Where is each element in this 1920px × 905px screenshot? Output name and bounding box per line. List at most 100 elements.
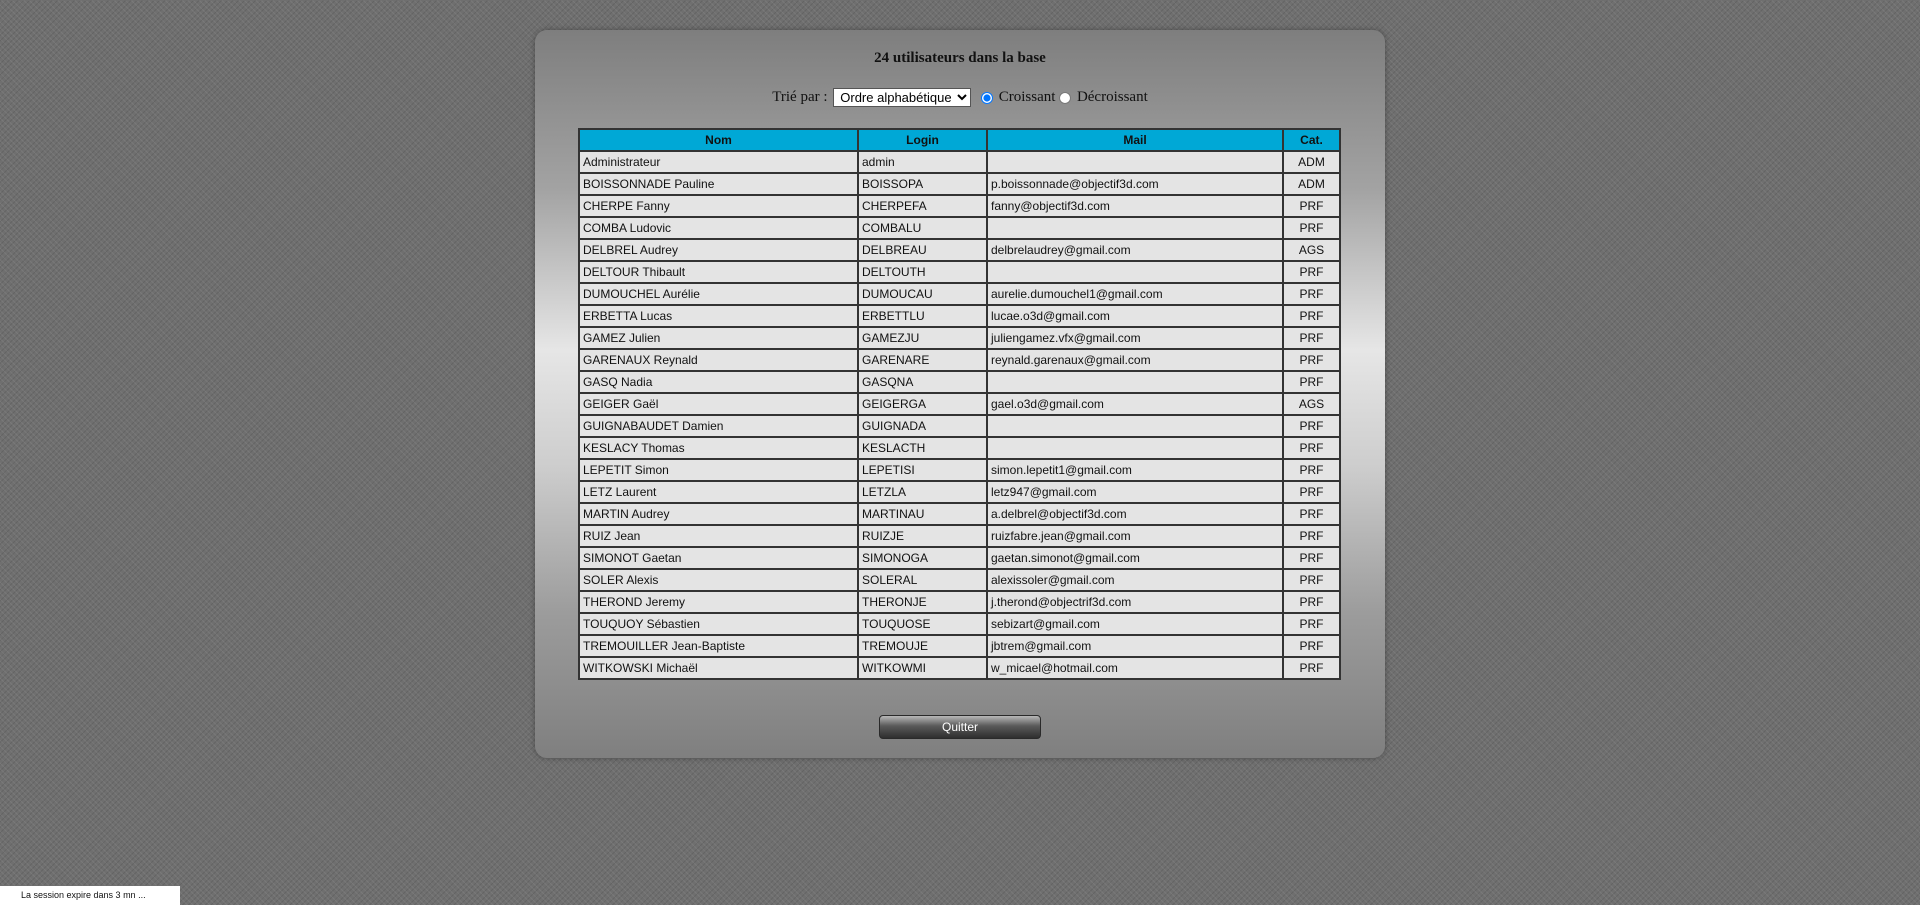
cell-cat: PRF bbox=[1283, 591, 1340, 613]
sort-desc-radio[interactable] bbox=[1059, 91, 1072, 104]
table-row[interactable]: GEIGER Gaël GEIGERGA gael.o3d@gmail.com AGS bbox=[579, 393, 1340, 415]
cell-login: GARENARE bbox=[858, 349, 987, 371]
cell-login: TREMOUJE bbox=[858, 635, 987, 657]
cell-mail: jbtrem@gmail.com bbox=[987, 635, 1283, 657]
cell-login: WITKOWMI bbox=[858, 657, 987, 679]
table-row[interactable]: BOISSONNADE Pauline BOISSOPA p.boissonnade… bbox=[579, 173, 1340, 195]
table-row[interactable]: GARENAUX Reynald GARENARE reynald.garenaux… bbox=[579, 349, 1340, 371]
table-row[interactable]: ERBETTA Lucas ERBETTLU lucae.o3d@gmail.com… bbox=[579, 305, 1340, 327]
cell-mail bbox=[987, 415, 1283, 437]
cell-mail: aurelie.dumouchel1@gmail.com bbox=[987, 283, 1283, 305]
table-row[interactable]: TREMOUILLER Jean-Baptiste TREMOUJE jbtrem@… bbox=[579, 635, 1340, 657]
column-header-nom[interactable]: Nom bbox=[579, 129, 858, 151]
table-row[interactable]: WITKOWSKI Michaël WITKOWMI w_micael@hotmai… bbox=[579, 657, 1340, 679]
cell-login: MARTINAU bbox=[858, 503, 987, 525]
cell-login: GAMEZJU bbox=[858, 327, 987, 349]
cell-cat: PRF bbox=[1283, 349, 1340, 371]
cell-login: THERONJE bbox=[858, 591, 987, 613]
sort-asc-label[interactable]: Croissant bbox=[999, 89, 1056, 105]
cell-login: DUMOUCAU bbox=[858, 283, 987, 305]
cell-login: DELTOUTH bbox=[858, 261, 987, 283]
cell-nom: SIMONOT Gaetan bbox=[579, 547, 858, 569]
sort-desc-label[interactable]: Décroissant bbox=[1077, 89, 1148, 105]
cell-login: DELBREAU bbox=[858, 239, 987, 261]
cell-login: RUIZJE bbox=[858, 525, 987, 547]
sort-label: Trié par : bbox=[772, 88, 828, 105]
cell-mail bbox=[987, 261, 1283, 283]
cell-nom: DELTOUR Thibault bbox=[579, 261, 858, 283]
table-row[interactable]: LETZ Laurent LETZLA letz947@gmail.com PRF bbox=[579, 481, 1340, 503]
cell-nom: MARTIN Audrey bbox=[579, 503, 858, 525]
cell-login: KESLACTH bbox=[858, 437, 987, 459]
cell-login: SIMONOGA bbox=[858, 547, 987, 569]
column-header-login[interactable]: Login bbox=[858, 129, 987, 151]
session-timer: La session expire dans 3 mn ... bbox=[0, 886, 180, 905]
cell-mail: letz947@gmail.com bbox=[987, 481, 1283, 503]
cell-cat: PRF bbox=[1283, 217, 1340, 239]
table-row[interactable]: DELTOUR Thibault DELTOUTH PRF bbox=[579, 261, 1340, 283]
cell-nom: DUMOUCHEL Aurélie bbox=[579, 283, 858, 305]
cell-mail: lucae.o3d@gmail.com bbox=[987, 305, 1283, 327]
table-row[interactable]: Administrateur admin ADM bbox=[579, 151, 1340, 173]
table-row[interactable]: KESLACY Thomas KESLACTH PRF bbox=[579, 437, 1340, 459]
cell-nom: ERBETTA Lucas bbox=[579, 305, 858, 327]
cell-mail: sebizart@gmail.com bbox=[987, 613, 1283, 635]
cell-cat: PRF bbox=[1283, 371, 1340, 393]
table-row[interactable]: GAMEZ Julien GAMEZJU juliengamez.vfx@gmail… bbox=[579, 327, 1340, 349]
table-row[interactable]: MARTIN Audrey MARTINAU a.delbrel@objectif3… bbox=[579, 503, 1340, 525]
cell-cat: ADM bbox=[1283, 173, 1340, 195]
sort-select[interactable]: Ordre alphabétique bbox=[833, 88, 972, 107]
table-header-row: Nom Login Mail Cat. bbox=[579, 129, 1340, 151]
cell-mail: delbrelaudrey@gmail.com bbox=[987, 239, 1283, 261]
cell-cat: PRF bbox=[1283, 613, 1340, 635]
column-header-mail[interactable]: Mail bbox=[987, 129, 1283, 151]
table-row[interactable]: SIMONOT Gaetan SIMONOGA gaetan.simonot@gma… bbox=[579, 547, 1340, 569]
quit-button[interactable]: Quitter bbox=[879, 715, 1041, 739]
cell-login: GASQNA bbox=[858, 371, 987, 393]
table-row[interactable]: SOLER Alexis SOLERAL alexissoler@gmail.com… bbox=[579, 569, 1340, 591]
table-row[interactable]: TOUQUOY Sébastien TOUQUOSE sebizart@gmail.… bbox=[579, 613, 1340, 635]
cell-mail: w_micael@hotmail.com bbox=[987, 657, 1283, 679]
table-row[interactable]: GUIGNABAUDET Damien GUIGNADA PRF bbox=[579, 415, 1340, 437]
cell-mail: fanny@objectif3d.com bbox=[987, 195, 1283, 217]
sort-asc-radio[interactable] bbox=[981, 91, 994, 104]
table-row[interactable]: COMBA Ludovic COMBALU PRF bbox=[579, 217, 1340, 239]
table-row[interactable]: DELBREL Audrey DELBREAU delbrelaudrey@gmai… bbox=[579, 239, 1340, 261]
cell-mail: gael.o3d@gmail.com bbox=[987, 393, 1283, 415]
cell-cat: PRF bbox=[1283, 327, 1340, 349]
column-header-cat[interactable]: Cat. bbox=[1283, 129, 1340, 151]
cell-nom: WITKOWSKI Michaël bbox=[579, 657, 858, 679]
cell-nom: LEPETIT Simon bbox=[579, 459, 858, 481]
cell-nom: CHERPE Fanny bbox=[579, 195, 858, 217]
cell-nom: RUIZ Jean bbox=[579, 525, 858, 547]
cell-nom: GEIGER Gaël bbox=[579, 393, 858, 415]
cell-cat: PRF bbox=[1283, 635, 1340, 657]
cell-login: GUIGNADA bbox=[858, 415, 987, 437]
table-row[interactable]: RUIZ Jean RUIZJE ruizfabre.jean@gmail.com P… bbox=[579, 525, 1340, 547]
users-table-body: Administrateur admin ADM BOISSONNADE Paulin… bbox=[579, 151, 1340, 679]
cell-mail: j.therond@objectrif3d.com bbox=[987, 591, 1283, 613]
cell-nom: SOLER Alexis bbox=[579, 569, 858, 591]
cell-cat: PRF bbox=[1283, 525, 1340, 547]
table-row[interactable]: CHERPE Fanny CHERPEFA fanny@objectif3d.com… bbox=[579, 195, 1340, 217]
cell-mail bbox=[987, 217, 1283, 239]
table-row[interactable]: DUMOUCHEL Aurélie DUMOUCAU aurelie.dumouch… bbox=[579, 283, 1340, 305]
table-row[interactable]: THEROND Jeremy THERONJE j.therond@objectri… bbox=[579, 591, 1340, 613]
page-title: 24 utilisateurs dans la base bbox=[874, 50, 1046, 66]
cell-nom: TREMOUILLER Jean-Baptiste bbox=[579, 635, 858, 657]
cell-cat: PRF bbox=[1283, 305, 1340, 327]
cell-cat: PRF bbox=[1283, 283, 1340, 305]
cell-nom: Administrateur bbox=[579, 151, 858, 173]
users-table-wrapper: Nom Login Mail Cat. Administrateur admin A… bbox=[578, 128, 1341, 680]
cell-mail: simon.lepetit1@gmail.com bbox=[987, 459, 1283, 481]
cell-cat: PRF bbox=[1283, 569, 1340, 591]
table-row[interactable]: GASQ Nadia GASQNA PRF bbox=[579, 371, 1340, 393]
sort-bar: Trié par : Ordre alphabétique Croissant … bbox=[535, 88, 1385, 107]
cell-cat: PRF bbox=[1283, 261, 1340, 283]
cell-nom: GASQ Nadia bbox=[579, 371, 858, 393]
table-row[interactable]: LEPETIT Simon LEPETISI simon.lepetit1@gmai… bbox=[579, 459, 1340, 481]
cell-login: BOISSOPA bbox=[858, 173, 987, 195]
cell-login: TOUQUOSE bbox=[858, 613, 987, 635]
cell-login: GEIGERGA bbox=[858, 393, 987, 415]
cell-nom: LETZ Laurent bbox=[579, 481, 858, 503]
